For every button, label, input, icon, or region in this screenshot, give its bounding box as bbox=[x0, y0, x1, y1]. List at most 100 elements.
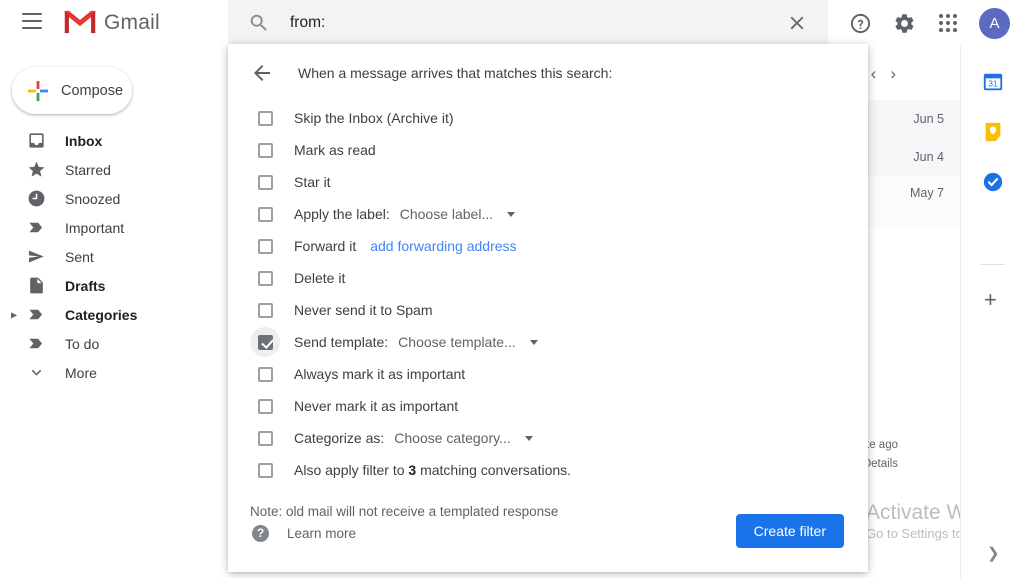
sidebar-item-inbox[interactable]: Inbox bbox=[0, 126, 228, 155]
filter-row-skip-inbox[interactable]: Skip the Inbox (Archive it) bbox=[250, 102, 868, 134]
filter-row-label: Star it bbox=[294, 174, 331, 190]
dialog-footer: ? Learn more Create filter bbox=[228, 512, 868, 554]
sidebar-nav-list: Inbox Starred Snoozed Important Sent Dra… bbox=[0, 126, 228, 387]
sidebar-item-label: Drafts bbox=[65, 277, 106, 294]
sidebar-item-label: Inbox bbox=[65, 132, 103, 149]
top-header: Gmail A bbox=[0, 0, 1024, 46]
checkbox-always-important[interactable] bbox=[250, 359, 280, 389]
chevron-right-icon[interactable]: › bbox=[890, 64, 896, 84]
sidebar-item-drafts[interactable]: Drafts bbox=[0, 271, 228, 300]
learn-more-label: Learn more bbox=[287, 525, 357, 541]
sidebar-item-categories[interactable]: ▶ Categories bbox=[0, 300, 228, 329]
expand-triangle-icon[interactable]: ▶ bbox=[11, 310, 17, 319]
filter-row-label: Categorize as: bbox=[294, 430, 385, 446]
gear-icon[interactable] bbox=[887, 6, 921, 40]
google-calendar-icon[interactable]: 31 bbox=[982, 71, 1004, 93]
filter-row-star-it[interactable]: Star it bbox=[250, 166, 868, 198]
sidebar-item-label: To do bbox=[65, 335, 100, 352]
gmail-logo-icon bbox=[64, 10, 96, 34]
label-important-icon bbox=[26, 217, 47, 238]
sidebar-item-label: Important bbox=[65, 219, 125, 236]
sidebar-item-label: Starred bbox=[65, 161, 111, 178]
sidebar-item-label: Categories bbox=[65, 306, 138, 323]
filter-row-always-important[interactable]: Always mark it as important bbox=[250, 358, 868, 390]
checkbox-also-apply-filter[interactable] bbox=[250, 455, 280, 485]
google-keep-icon[interactable] bbox=[982, 121, 1004, 143]
sidebar-item-snoozed[interactable]: Snoozed bbox=[0, 184, 228, 213]
filter-row-forward-it[interactable]: Forward it add forwarding address bbox=[250, 230, 868, 262]
sidebar-item-important[interactable]: Important bbox=[0, 213, 228, 242]
create-filter-button[interactable]: Create filter bbox=[735, 514, 844, 548]
add-icon[interactable]: + bbox=[984, 289, 997, 311]
svg-text:31: 31 bbox=[988, 80, 998, 89]
checkbox-mark-as-read[interactable] bbox=[250, 135, 280, 165]
also-apply-suffix: matching conversations. bbox=[416, 462, 572, 478]
checkbox-skip-inbox[interactable] bbox=[250, 103, 280, 133]
search-bar[interactable] bbox=[228, 0, 828, 45]
star-icon bbox=[26, 159, 47, 180]
filter-row-send-template[interactable]: Send template: Choose template... bbox=[250, 326, 868, 358]
create-filter-dialog: When a message arrives that matches this… bbox=[228, 44, 868, 572]
add-forwarding-address-link[interactable]: add forwarding address bbox=[370, 238, 516, 254]
google-tasks-icon[interactable] bbox=[982, 171, 1004, 193]
filter-row-label: Never mark it as important bbox=[294, 398, 459, 414]
header-icon-group: A bbox=[843, 6, 1016, 40]
close-icon[interactable] bbox=[786, 12, 808, 34]
chevron-right-icon[interactable]: ❯ bbox=[987, 544, 1000, 562]
gmail-app-window: Gmail A bbox=[0, 0, 1024, 578]
mail-date: May 7 bbox=[909, 186, 944, 200]
search-input[interactable] bbox=[290, 7, 786, 38]
sidebar-item-sent[interactable]: Sent bbox=[0, 242, 228, 271]
filter-row-label: Forward it bbox=[294, 238, 357, 254]
choose-label-dropdown-value[interactable]: Choose label... bbox=[400, 206, 493, 222]
checkbox-send-template[interactable] bbox=[250, 327, 280, 357]
filter-row-delete-it[interactable]: Delete it bbox=[250, 262, 868, 294]
mail-date: Jun 5 bbox=[913, 111, 944, 126]
chevron-left-icon[interactable]: ‹ bbox=[871, 64, 877, 84]
sidebar-item-todo[interactable]: To do bbox=[0, 329, 228, 358]
chevron-down-icon[interactable] bbox=[529, 339, 538, 345]
apps-grid-icon[interactable] bbox=[931, 6, 965, 40]
compose-button[interactable]: Compose bbox=[12, 67, 132, 114]
search-icon[interactable] bbox=[248, 12, 270, 34]
filter-row-apply-label[interactable]: Apply the label: Choose label... bbox=[250, 198, 868, 230]
checkbox-never-important[interactable] bbox=[250, 391, 280, 421]
filter-row-categorize-as[interactable]: Categorize as: Choose category... bbox=[250, 422, 868, 454]
sidebar-item-more[interactable]: More bbox=[0, 358, 228, 387]
filter-row-label: Skip the Inbox (Archive it) bbox=[294, 110, 454, 126]
learn-more-link[interactable]: ? Learn more bbox=[252, 524, 357, 542]
checkbox-forward-it[interactable] bbox=[250, 231, 280, 261]
sidebar: Compose Inbox Starred Snoozed Important … bbox=[0, 46, 228, 578]
also-apply-prefix: Also apply filter to bbox=[294, 462, 409, 478]
checkbox-apply-label[interactable] bbox=[250, 199, 280, 229]
dialog-header: When a message arrives that matches this… bbox=[228, 44, 868, 102]
filter-row-mark-as-read[interactable]: Mark as read bbox=[250, 134, 868, 166]
brand-label: Gmail bbox=[104, 11, 160, 34]
filter-row-label: Never send it to Spam bbox=[294, 302, 433, 318]
filter-row-also-apply[interactable]: Also apply filter to 3 matching conversa… bbox=[250, 454, 868, 486]
checkbox-star-it[interactable] bbox=[250, 167, 280, 197]
help-circle-icon[interactable] bbox=[843, 6, 877, 40]
filter-row-never-spam[interactable]: Never send it to Spam bbox=[250, 294, 868, 326]
sidebar-item-label: More bbox=[65, 364, 97, 381]
chevron-down-icon bbox=[26, 362, 47, 383]
filter-action-list: Skip the Inbox (Archive it) Mark as read… bbox=[228, 102, 868, 486]
dialog-title: When a message arrives that matches this… bbox=[298, 65, 613, 81]
checkbox-delete-it[interactable] bbox=[250, 263, 280, 293]
avatar[interactable]: A bbox=[979, 7, 1010, 39]
inbox-icon bbox=[26, 130, 47, 151]
filter-row-label: Apply the label: bbox=[294, 206, 390, 222]
chevron-down-icon[interactable] bbox=[507, 211, 516, 217]
choose-category-dropdown-value[interactable]: Choose category... bbox=[394, 430, 510, 446]
hamburger-icon[interactable] bbox=[22, 13, 42, 33]
tag-icon bbox=[26, 304, 47, 325]
checkbox-categorize-as[interactable] bbox=[250, 423, 280, 453]
help-circle-icon[interactable]: ? bbox=[252, 524, 269, 542]
draft-icon bbox=[26, 275, 47, 296]
chevron-down-icon[interactable] bbox=[524, 435, 533, 441]
back-arrow-icon[interactable] bbox=[250, 61, 274, 85]
checkbox-never-spam[interactable] bbox=[250, 295, 280, 325]
choose-template-dropdown-value[interactable]: Choose template... bbox=[398, 334, 516, 350]
filter-row-never-important[interactable]: Never mark it as important bbox=[250, 390, 868, 422]
sidebar-item-starred[interactable]: Starred bbox=[0, 155, 228, 184]
